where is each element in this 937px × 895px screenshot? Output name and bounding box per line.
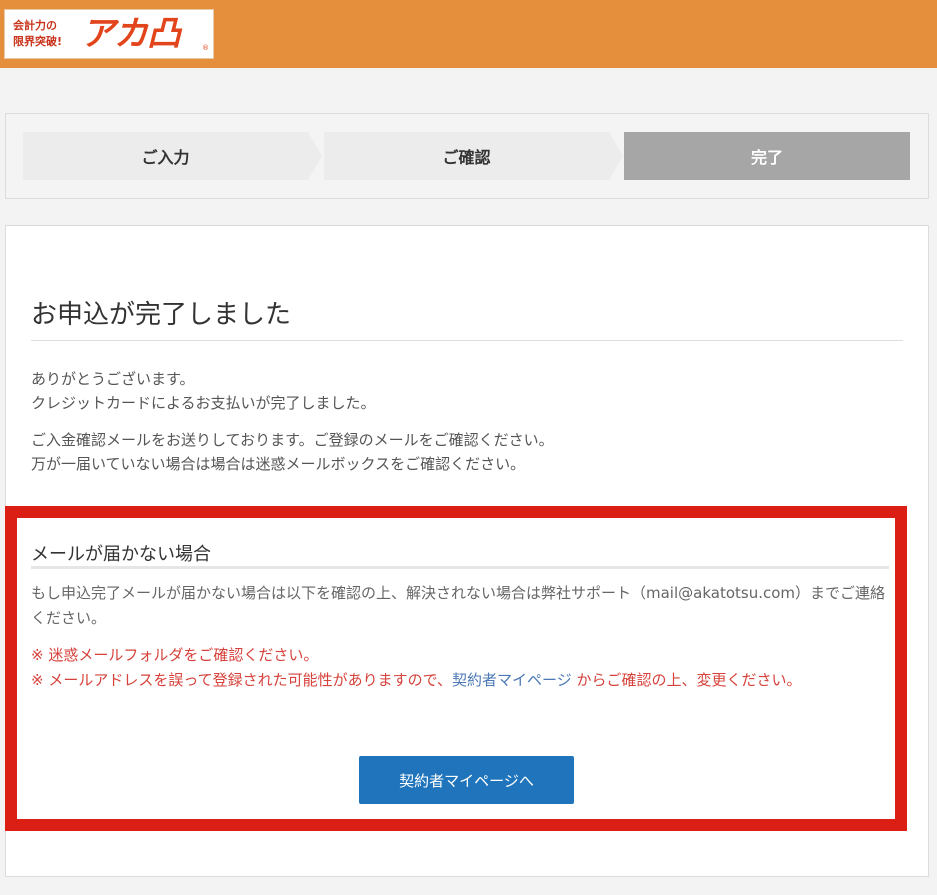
spam-folder-note: ※ 迷惑メールフォルダをご確認ください。 bbox=[31, 646, 319, 664]
logo[interactable]: 会計力の 限界突破! アカ凸 ® bbox=[4, 9, 214, 59]
title-divider bbox=[31, 340, 903, 341]
logo-tagline: 会計力の 限界突破! bbox=[13, 19, 63, 48]
email-sent-line: ご入金確認メールをお送りしております。ご登録のメールをご確認ください。 bbox=[31, 431, 554, 449]
progress-steps: ご入力 ご確認 完了 bbox=[5, 113, 929, 199]
thanks-message: ありがとうございます。 クレジットカードによるお支払いが完了しました。 bbox=[31, 367, 376, 415]
spam-check-line: 万が一届いていない場合は場合は迷惑メールボックスをご確認ください。 bbox=[31, 455, 526, 473]
email-sent-message: ご入金確認メールをお送りしております。ご登録のメールをご確認ください。 万が一届… bbox=[31, 428, 554, 476]
wrong-address-text: ※ メールアドレスを誤って登録された可能性がありますので、 bbox=[31, 671, 452, 689]
notice-divider bbox=[31, 566, 889, 569]
mypage-button[interactable]: 契約者マイページへ bbox=[359, 756, 574, 804]
step-complete: 完了 bbox=[624, 132, 910, 180]
thanks-line: ありがとうございます。 bbox=[31, 370, 195, 388]
mypage-link[interactable]: 契約者マイページ bbox=[452, 671, 572, 689]
payment-complete-line: クレジットカードによるお支払いが完了しました。 bbox=[31, 394, 376, 412]
mail-notice-box: メールが届かない場合 もし申込完了メールが届かない場合は以下を確認の上、解決され… bbox=[5, 506, 907, 831]
step-arrow-icon bbox=[609, 132, 623, 180]
notice-title: メールが届かない場合 bbox=[31, 544, 211, 565]
step-arrow-icon bbox=[308, 132, 322, 180]
logo-registered-mark: ® bbox=[202, 44, 209, 52]
notice-text: もし申込完了メールが届かない場合は以下を確認の上、解決されない場合は弊社サポート… bbox=[31, 584, 886, 627]
notice-warnings: ※ 迷惑メールフォルダをご確認ください。 ※ メールアドレスを誤って登録された可… bbox=[31, 643, 893, 693]
header-bar: 会計力の 限界突破! アカ凸 ® bbox=[0, 0, 937, 68]
wrong-address-note: ※ メールアドレスを誤って登録された可能性がありますので、契約者マイページ から… bbox=[31, 668, 893, 693]
wrong-address-text-end: からご確認の上、変更ください。 bbox=[571, 671, 802, 689]
logo-brand: アカ凸 bbox=[81, 14, 181, 54]
step-input: ご入力 bbox=[23, 132, 308, 180]
page-title: お申込が完了しました bbox=[31, 300, 292, 330]
step-confirm: ご確認 bbox=[324, 132, 609, 180]
